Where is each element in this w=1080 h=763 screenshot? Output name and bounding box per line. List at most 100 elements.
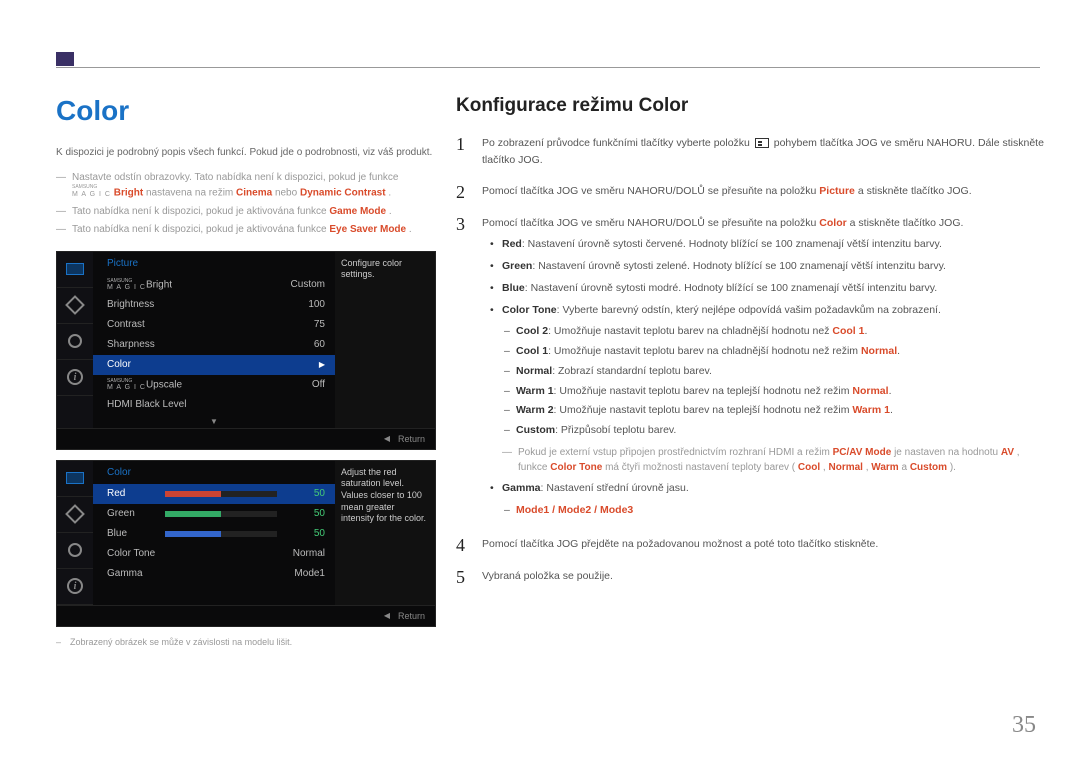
options-list: Red: Nastavení úrovně sytosti červené. H… (482, 237, 1046, 518)
back-arrow-icon: ◀ (384, 434, 390, 444)
note-text: . (389, 206, 392, 217)
step-number: 5 (456, 568, 482, 586)
option-green: Green: Nastavení úrovně sytosti zelené. … (482, 259, 1046, 275)
osd-row: Contrast 75 (93, 315, 335, 335)
note-item: Tato nabídka není k dispozici, pokud je … (56, 204, 436, 219)
osd-row: SAMSUNGM A G I CUpscale Off (93, 375, 335, 395)
sub-name: Warm 1 (516, 385, 554, 397)
slider-fill-green (165, 511, 221, 517)
note-text: . (409, 224, 412, 235)
note-text: ). (950, 462, 956, 473)
slider-fill-red (165, 491, 221, 497)
step-text: Pomocí tlačítka JOG ve směru NAHORU/DOLŮ… (482, 185, 819, 197)
osd-value: 100 (275, 299, 325, 310)
osd-color-screenshot: i Color Red 50 Green 50 Blue 50 (56, 460, 436, 627)
osd-row: Green 50 (93, 504, 335, 524)
osd-row: Color Tone Normal (93, 544, 335, 564)
option-desc: : Nastavení úrovně sytosti červené. Hodn… (522, 238, 942, 250)
note-emphasis: Game Mode (329, 206, 386, 217)
note-em: Color Tone (550, 462, 602, 473)
note-emphasis: Dynamic Contrast (300, 187, 386, 198)
note-text: je nastaven na hodnotu (894, 447, 1001, 458)
option-name: Gamma (502, 482, 541, 494)
sub-text: . (897, 345, 900, 357)
sub-cool2: Cool 2: Umožňuje nastavit teplotu barev … (482, 324, 1046, 340)
info-tab-icon: i (57, 360, 93, 396)
step-number: 1 (456, 135, 482, 169)
osd-label: Bright (146, 279, 172, 290)
sub-text: . (864, 325, 867, 337)
osd-footer: ◀ Return (57, 605, 435, 626)
osd-row: SAMSUNGM A G I CBright Custom (93, 275, 335, 295)
step-4: 4 Pomocí tlačítka JOG přejděte na požado… (456, 536, 1046, 554)
step-text: Vybraná položka se použije. (482, 568, 1046, 586)
osd-label: Upscale (146, 379, 182, 390)
page-title: Color (56, 95, 436, 127)
sub-warm1: Warm 1: Umožňuje nastavit teplotu barev … (482, 384, 1046, 400)
osd-value: 50 (285, 488, 325, 499)
step-3: 3 Pomocí tlačítka JOG ve směru NAHORU/DO… (456, 215, 1046, 523)
option-name: Blue (502, 282, 525, 294)
header-marker (56, 52, 74, 66)
samsung-magic-logo: SAMSUNGM A G I C (107, 279, 146, 291)
sub-modes: Mode1 / Mode2 / Mode3 (482, 503, 1046, 519)
osd-row: Blue 50 (93, 524, 335, 544)
settings-tab-icon (57, 533, 93, 569)
step-text: a stiskněte tlačítko JOG. (850, 217, 964, 229)
picture-tab-icon (57, 252, 93, 288)
osd-tooltip: Configure color settings. (335, 252, 435, 428)
section-heading: Konfigurace režimu Color (456, 95, 1046, 117)
samsung-magic-logo: SAMSUNGM A G I C (107, 379, 146, 391)
slider-track (165, 511, 277, 517)
option-blue: Blue: Nastavení úrovně sytosti modré. Ho… (482, 281, 1046, 297)
info-tab-icon: i (57, 569, 93, 605)
sub-text: : Umožňuje nastavit teplotu barev na chl… (548, 345, 861, 357)
osd-title: Color (93, 461, 335, 484)
step-number: 2 (456, 183, 482, 201)
step-text: Pomocí tlačítka JOG ve směru NAHORU/DOLŮ… (482, 217, 819, 229)
sub-warm2: Warm 2: Umožňuje nastavit teplotu barev … (482, 403, 1046, 419)
osd-label: Color Tone (107, 548, 155, 559)
note-em: Normal (828, 462, 862, 473)
sub-ref: Normal (861, 345, 897, 357)
osd-label: Red (107, 488, 157, 499)
hdmi-note: Pokud je externí vstup připojen prostřed… (482, 445, 1046, 475)
sub-text: . (889, 385, 892, 397)
sub-name: Custom (516, 424, 555, 436)
osd-row-selected: Red 50 (93, 484, 335, 504)
note-em: Cool (798, 462, 820, 473)
osd-footer: ◀ Return (57, 428, 435, 449)
sub-name: Normal (516, 365, 552, 377)
note-em: Custom (910, 462, 947, 473)
page-number: 35 (1012, 712, 1036, 739)
note-emphasis: Cinema (236, 187, 272, 198)
intro-text: K dispozici je podrobný popis všech funk… (56, 145, 436, 160)
sub-text: : Umožňuje nastavit teplotu barev na chl… (548, 325, 832, 337)
step-number: 4 (456, 536, 482, 554)
osd-row: Brightness 100 (93, 295, 335, 315)
image-disclaimer: Zobrazený obrázek se může v závislosti n… (56, 637, 436, 647)
osd-value: 50 (285, 528, 325, 539)
option-name: Green (502, 260, 532, 272)
note-item: Tato nabídka není k dispozici, pokud je … (56, 222, 436, 237)
osd-label: HDMI Black Level (107, 399, 186, 410)
note-text: Pokud je externí vstup připojen prostřed… (518, 447, 833, 458)
osd-label: Contrast (107, 319, 145, 330)
note-text: a (901, 462, 909, 473)
osd-label: Sharpness (107, 339, 155, 350)
osd-value: 50 (285, 508, 325, 519)
settings-tab-icon (57, 324, 93, 360)
return-label: Return (398, 434, 425, 444)
sub-ref: Normal (852, 385, 888, 397)
option-desc: : Nastavení úrovně sytosti zelené. Hodno… (532, 260, 946, 272)
step-1: 1 Po zobrazení průvodce funkčními tlačít… (456, 135, 1046, 169)
note-text: má čtyři možnosti nastavení teploty bare… (605, 462, 795, 473)
sub-ref: Warm 1 (852, 404, 890, 416)
osd-value: Off (275, 379, 325, 390)
sub-normal: Normal: Zobrazí standardní teplotu barev… (482, 364, 1046, 380)
option-desc: : Nastavení úrovně sytosti modré. Hodnot… (525, 282, 937, 294)
note-text: Tato nabídka není k dispozici, pokud je … (72, 224, 329, 235)
sub-name: Mode1 / Mode2 / Mode3 (516, 504, 633, 516)
osd-picture-screenshot: i Picture SAMSUNGM A G I CBright Custom … (56, 251, 436, 450)
osd-row: HDMI Black Level (93, 395, 335, 415)
